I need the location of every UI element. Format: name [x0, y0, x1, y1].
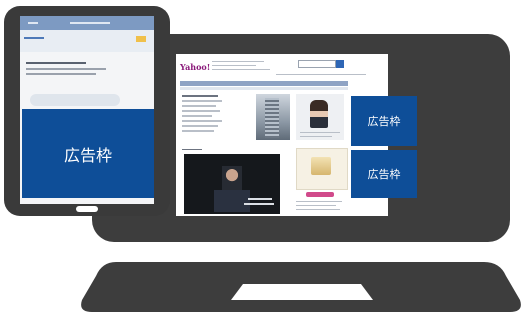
yahoo-logo[interactable]: Yahoo! — [180, 62, 210, 72]
header-text — [212, 69, 270, 70]
news-item[interactable] — [182, 125, 218, 127]
video-caption — [244, 203, 274, 205]
ad-slot-label: 広告枠 — [63, 145, 112, 165]
news-item[interactable] — [182, 105, 216, 107]
ad-slot-monitor-top[interactable]: 広告枠 — [351, 96, 417, 146]
news-item[interactable] — [182, 120, 222, 122]
news-item[interactable] — [182, 100, 222, 102]
tablet-home-button[interactable] — [76, 206, 98, 212]
tablet-article-title[interactable] — [26, 62, 86, 64]
ad-slot-monitor-bottom[interactable]: 広告枠 — [351, 150, 417, 198]
tablet-content-block — [30, 94, 120, 106]
news-list — [182, 95, 222, 135]
video-caption — [248, 198, 272, 200]
news-item[interactable] — [182, 95, 218, 97]
promo-badge[interactable] — [306, 192, 334, 197]
tablet-banner[interactable] — [20, 30, 154, 52]
video-player[interactable] — [184, 154, 280, 214]
news-item[interactable] — [182, 130, 214, 132]
ad-slot-label: 広告枠 — [367, 168, 401, 181]
video-speaker — [222, 166, 242, 192]
product-image — [311, 157, 331, 175]
nav-bar[interactable] — [180, 81, 348, 86]
news-photo-building[interactable] — [256, 94, 290, 140]
search-input[interactable] — [298, 60, 336, 68]
news-item[interactable] — [182, 115, 212, 117]
ad-slot-tablet[interactable]: 広告枠 — [22, 109, 154, 198]
header-links — [276, 74, 366, 75]
news-item[interactable] — [182, 110, 220, 112]
ad-slot-label: 広告枠 — [367, 115, 401, 128]
tablet-header-bar[interactable] — [20, 16, 154, 30]
header-text — [212, 61, 264, 62]
person-photo — [310, 100, 328, 128]
product-ad[interactable] — [296, 148, 348, 190]
feature-panel[interactable] — [296, 94, 344, 140]
header-text — [212, 65, 256, 66]
section-heading — [182, 149, 202, 150]
sub-nav — [180, 87, 348, 90]
search-button[interactable] — [336, 60, 344, 68]
